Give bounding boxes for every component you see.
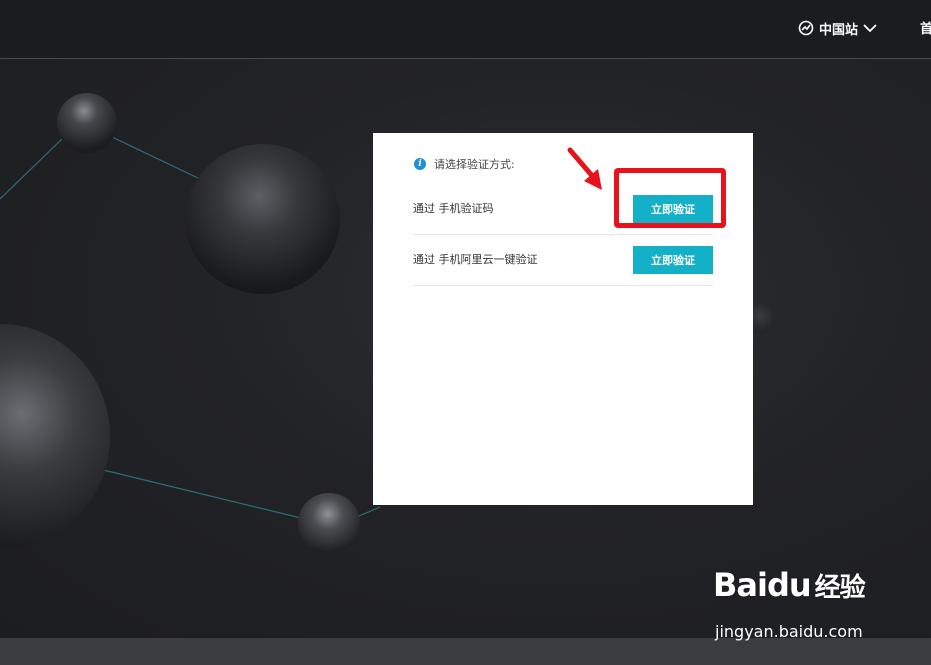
watermark-brand-du: du: [766, 566, 812, 604]
region-selector[interactable]: 中国站: [798, 18, 877, 38]
home-nav-link[interactable]: 首页: [920, 18, 931, 37]
option-row-oneclick: 通过 手机阿里云一键验证 立即验证: [413, 235, 713, 286]
prompt-text: 请选择验证方式:: [434, 158, 515, 171]
verification-prompt: i 请选择验证方式:: [414, 156, 515, 172]
sphere-large: [185, 144, 340, 294]
globe-icon: [798, 20, 814, 36]
watermark-url: jingyan.baidu.com: [715, 622, 863, 641]
chevron-down-icon: [863, 23, 877, 33]
option-label-sms: 通过 手机验证码: [413, 202, 494, 215]
baidu-jingyan-watermark: Baidu 经验 jingyan.baidu.com: [713, 566, 913, 646]
watermark-brand-bai: Bai: [713, 566, 768, 604]
red-highlight-box: [614, 168, 726, 228]
sphere-bottom: [298, 493, 360, 553]
red-arrow-icon: [567, 147, 602, 190]
verify-now-button-oneclick[interactable]: 立即验证: [633, 246, 713, 274]
info-icon: i: [414, 158, 426, 170]
watermark-brand: Baidu 经验: [713, 566, 866, 604]
option-label-oneclick: 通过 手机阿里云一键验证: [413, 253, 538, 266]
top-navigation-bar: 中国站 首页: [0, 0, 931, 59]
region-label: 中国站: [819, 22, 859, 38]
watermark-brand-cn: 经验: [814, 573, 866, 603]
sphere-small: [57, 93, 117, 153]
